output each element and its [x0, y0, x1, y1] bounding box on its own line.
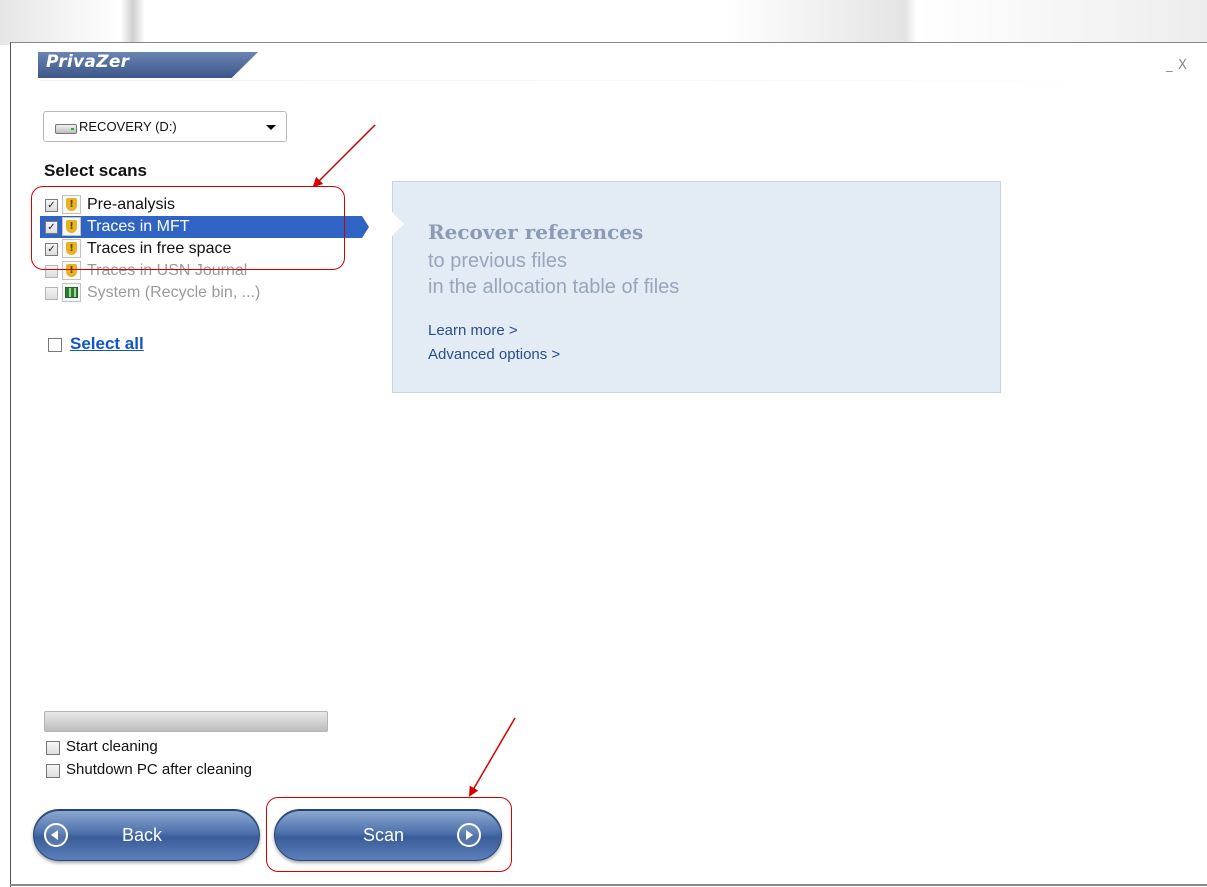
back-button-label: Back — [122, 825, 163, 845]
selection-pointer — [362, 216, 369, 238]
select-all-link[interactable]: Select all — [70, 334, 144, 354]
shutdown-label: Shutdown PC after cleaning — [66, 761, 252, 778]
info-line-1: to previous files — [428, 250, 567, 272]
drive-select[interactable]: RECOVERY (D:) — [43, 111, 287, 142]
select-scans-heading: Select scans — [44, 161, 148, 180]
recycle-bin-icon — [62, 283, 81, 302]
progress-bar — [44, 711, 328, 732]
back-button[interactable]: Back — [33, 809, 260, 861]
scan-item-label: System (Recycle bin, ...) — [87, 284, 261, 301]
start-cleaning-label: Start cleaning — [66, 738, 158, 755]
start-cleaning-checkbox[interactable] — [46, 741, 60, 755]
header-divider — [40, 80, 1200, 81]
minimize-button[interactable]: _ — [1166, 58, 1173, 73]
learn-more-link[interactable]: Learn more > — [428, 322, 518, 339]
scan-item-system[interactable]: System (Recycle bin, ...) — [40, 282, 362, 304]
info-panel-notch — [392, 212, 404, 236]
annotation-highlight-box — [266, 797, 512, 872]
checkbox-unchecked[interactable] — [45, 287, 58, 300]
app-logo: PrivaZer — [46, 52, 130, 72]
advanced-options-link[interactable]: Advanced options > — [428, 346, 560, 363]
drive-icon — [55, 124, 77, 134]
back-arrow-icon — [44, 823, 68, 847]
drive-select-value: RECOVERY (D:) — [79, 119, 177, 134]
annotation-highlight-box — [31, 186, 345, 270]
select-all-checkbox[interactable] — [48, 338, 62, 352]
chevron-down-icon — [266, 125, 276, 130]
close-button[interactable]: X — [1178, 58, 1187, 73]
info-panel: Recover references to previous files in … — [392, 181, 1001, 393]
desktop-background — [0, 0, 1207, 45]
info-title: Recover references — [428, 220, 644, 244]
shutdown-checkbox[interactable] — [46, 764, 60, 778]
info-line-2: in the allocation table of files — [428, 276, 680, 298]
